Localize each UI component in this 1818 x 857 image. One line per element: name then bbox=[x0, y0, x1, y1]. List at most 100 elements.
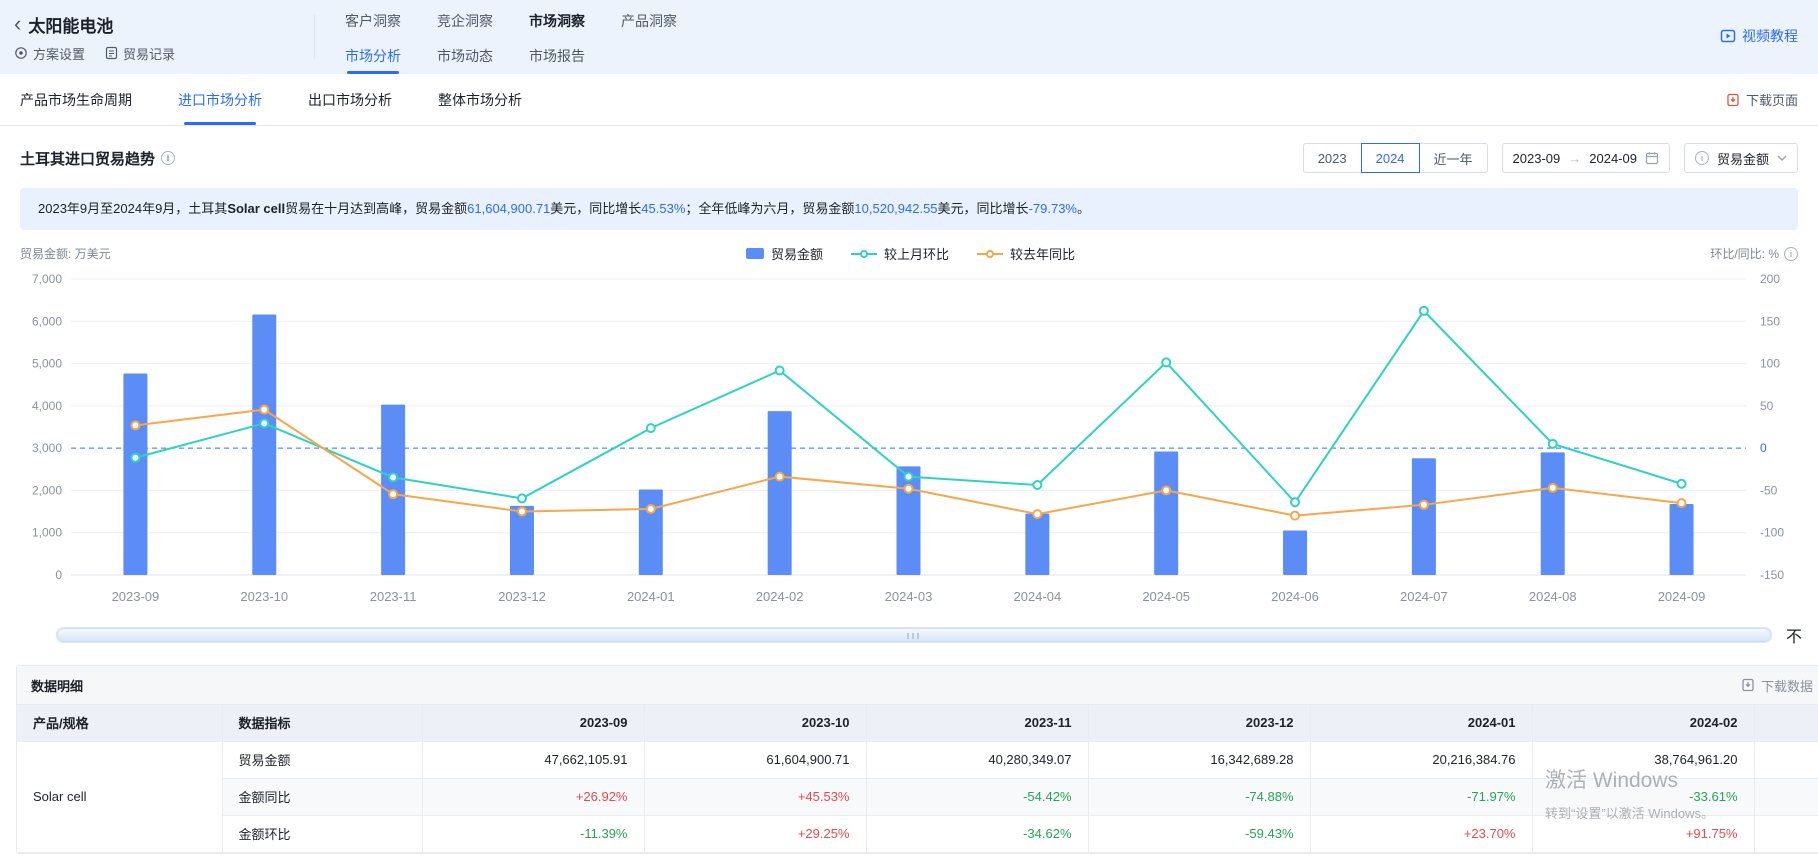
svg-text:2024-01: 2024-01 bbox=[627, 589, 675, 604]
download-data-label: 下载数据 bbox=[1761, 676, 1813, 695]
document-icon bbox=[105, 46, 118, 60]
col-date: 2023-12 bbox=[1088, 705, 1310, 741]
tab-market-insight[interactable]: 市场洞察 bbox=[529, 11, 585, 31]
value-cell: +23.70% bbox=[1310, 815, 1532, 852]
legend-mom[interactable]: 较上月环比 bbox=[851, 244, 949, 263]
year-2024-button[interactable]: 2024 bbox=[1361, 143, 1420, 173]
value-cell: 20,216,384.76 bbox=[1310, 741, 1532, 778]
svg-text:150: 150 bbox=[1760, 314, 1780, 328]
year-2023-button[interactable]: 2023 bbox=[1303, 143, 1362, 173]
download-page-icon bbox=[1726, 93, 1740, 107]
svg-text:5,000: 5,000 bbox=[32, 357, 62, 371]
metric-cell: 金额环比 bbox=[222, 815, 422, 852]
date-range-picker[interactable]: 2023-09 → 2024-09 bbox=[1502, 143, 1670, 173]
value-cell: 47,662,105.91 bbox=[422, 741, 644, 778]
value-cell: -59.43% bbox=[1088, 815, 1310, 852]
metric-cell: 金额同比 bbox=[222, 778, 422, 815]
svg-text:-100: -100 bbox=[1760, 526, 1784, 540]
filler-cell bbox=[1754, 778, 1818, 815]
table-row-yoy: 金额同比 +26.92% +45.53% -54.42% -74.88% -71… bbox=[17, 778, 1818, 815]
svg-text:2024-09: 2024-09 bbox=[1658, 589, 1706, 604]
nav-import-analysis[interactable]: 进口市场分析 bbox=[178, 74, 262, 125]
download-page-button[interactable]: 下载页面 bbox=[1726, 74, 1798, 125]
download-page-label: 下载页面 bbox=[1746, 90, 1798, 109]
col-product: 产品/规格 bbox=[17, 705, 222, 741]
chart-header-row: 贸易金额: 万美元 贸易金额 较上月环比 较去年同比 环比/同比: % bbox=[20, 244, 1798, 263]
legend-trade-amount[interactable]: 贸易金额 bbox=[746, 244, 823, 263]
metric-select[interactable]: 贸易金额 bbox=[1684, 143, 1798, 173]
tab-product-insight[interactable]: 产品洞察 bbox=[621, 11, 677, 31]
trade-records-label: 贸易记录 bbox=[123, 44, 175, 63]
table-row-mom: 金额环比 -11.39% +29.25% -34.62% -59.43% +23… bbox=[17, 815, 1818, 852]
svg-text:4,000: 4,000 bbox=[32, 399, 62, 413]
value-cell: +29.25% bbox=[644, 815, 866, 852]
header-tabs: 客户洞察 竞企洞察 市场洞察 产品洞察 市场分析 市场动态 市场报告 bbox=[345, 0, 677, 74]
subtab-market-report[interactable]: 市场报告 bbox=[529, 38, 585, 74]
nav-overall-analysis[interactable]: 整体市场分析 bbox=[438, 74, 522, 125]
data-detail-section: 数据明细 下载数据 产品/规格 数据指标 2023-09 2023-10 202… bbox=[16, 665, 1818, 854]
subtab-market-analysis[interactable]: 市场分析 bbox=[345, 38, 401, 74]
header-left: ‹ 太阳能电池 方案设置 贸易记录 bbox=[14, 0, 314, 74]
value-cell: -34.62% bbox=[866, 815, 1088, 852]
trend-controls: 2023 2024 近一年 2023-09 → 2024-09 贸易金额 bbox=[1303, 143, 1798, 173]
nav-product-lifecycle[interactable]: 产品市场生命周期 bbox=[20, 74, 132, 125]
nav-export-analysis[interactable]: 出口市场分析 bbox=[308, 74, 392, 125]
trend-title: 土耳其进口贸易趋势 bbox=[20, 148, 155, 169]
slider-grip-icon bbox=[907, 633, 921, 639]
header-divider bbox=[314, 15, 315, 59]
tab-competitor-insight[interactable]: 竞企洞察 bbox=[437, 11, 493, 31]
svg-text:2023-09: 2023-09 bbox=[112, 589, 160, 604]
chart-zoom-slider[interactable] bbox=[56, 627, 1772, 643]
download-data-icon bbox=[1741, 678, 1755, 692]
back-icon[interactable]: ‹ bbox=[14, 15, 21, 33]
trend-header: 土耳其进口贸易趋势 2023 2024 近一年 2023-09 → 2024-0… bbox=[20, 142, 1798, 174]
date-to-value: 2024-09 bbox=[1589, 151, 1637, 166]
col-date: 2023-09 bbox=[422, 705, 644, 741]
page-title: 太阳能电池 bbox=[28, 12, 113, 37]
summary-text: 2023年9月至2024年9月，土耳其 bbox=[38, 201, 227, 216]
col-metric: 数据指标 bbox=[222, 705, 422, 741]
subtab-market-dynamics[interactable]: 市场动态 bbox=[437, 38, 493, 74]
chevron-down-icon bbox=[1777, 155, 1787, 161]
svg-text:2024-07: 2024-07 bbox=[1400, 589, 1448, 604]
summary-product: Solar cell bbox=[227, 201, 285, 216]
value-cell: -71.97% bbox=[1310, 778, 1532, 815]
tab-customer-insight[interactable]: 客户洞察 bbox=[345, 11, 401, 31]
info-circle-icon[interactable] bbox=[161, 151, 175, 165]
value-cell: -33.61% bbox=[1532, 778, 1754, 815]
svg-text:2024-06: 2024-06 bbox=[1271, 589, 1319, 604]
svg-text:2024-02: 2024-02 bbox=[756, 589, 804, 604]
col-date: 2024-01 bbox=[1310, 705, 1532, 741]
legend-yoy[interactable]: 较去年同比 bbox=[977, 244, 1075, 263]
info-circle-icon bbox=[1695, 151, 1709, 165]
range-arrow-icon: → bbox=[1568, 151, 1581, 166]
col-date: 2024-02 bbox=[1532, 705, 1754, 741]
download-data-button[interactable]: 下载数据 bbox=[1741, 676, 1813, 695]
line-marker-icon bbox=[851, 249, 877, 259]
summary-peak-amount: 61,604,900.71 bbox=[467, 201, 550, 216]
video-play-icon bbox=[1720, 28, 1736, 44]
chart-legend: 贸易金额 较上月环比 较去年同比 bbox=[111, 244, 1711, 263]
cutoff-text: 不 bbox=[1786, 623, 1802, 647]
col-date: 2023-10 bbox=[644, 705, 866, 741]
slider-thumb[interactable] bbox=[57, 628, 1771, 642]
info-circle-icon[interactable] bbox=[1784, 247, 1798, 261]
product-cell: Solar cell bbox=[17, 741, 222, 852]
target-icon bbox=[14, 46, 28, 60]
section-title: 数据明细 bbox=[31, 676, 83, 695]
svg-text:3,000: 3,000 bbox=[32, 441, 62, 455]
line-marker-icon bbox=[977, 249, 1003, 259]
value-cell: 16,342,689.28 bbox=[1088, 741, 1310, 778]
svg-text:-150: -150 bbox=[1760, 568, 1784, 582]
scheme-settings-button[interactable]: 方案设置 bbox=[14, 44, 85, 63]
summary-banner: 2023年9月至2024年9月，土耳其Solar cell贸易在十月达到高峰，贸… bbox=[20, 188, 1798, 230]
svg-text:2,000: 2,000 bbox=[32, 483, 62, 497]
video-tutorial-button[interactable]: 视频教程 bbox=[1720, 26, 1798, 46]
trade-records-button[interactable]: 贸易记录 bbox=[105, 44, 175, 63]
last-year-button[interactable]: 近一年 bbox=[1419, 143, 1488, 173]
svg-text:1,000: 1,000 bbox=[32, 526, 62, 540]
summary-low-yoy: -79.73% bbox=[1029, 201, 1077, 216]
svg-text:2024-08: 2024-08 bbox=[1529, 589, 1577, 604]
summary-low-amount: 10,520,942.55 bbox=[854, 201, 937, 216]
col-filler bbox=[1754, 705, 1818, 741]
